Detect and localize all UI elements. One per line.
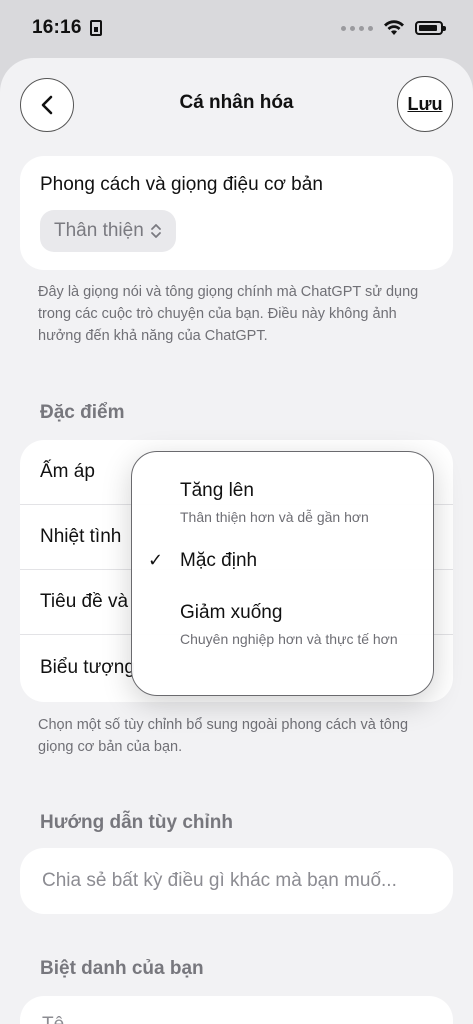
option-title: Tăng lên — [180, 480, 254, 501]
nickname-input[interactable]: Tê... — [20, 996, 453, 1024]
traits-helper-text: Chọn một số tùy chỉnh bổ sung ngoài phon… — [38, 717, 409, 755]
option-subtitle: Thân thiện hơn và dễ gần hơn — [180, 509, 369, 525]
battery-icon — [415, 21, 446, 35]
tone-select-value: Thân thiện — [54, 220, 144, 241]
tone-select[interactable]: Thân thiện — [40, 210, 176, 252]
status-bar: 16:16 — [0, 0, 473, 56]
trait-label: Ấm áp — [40, 461, 95, 482]
status-time: 16:16 — [32, 17, 102, 39]
trait-label: Biểu tượng — [40, 656, 135, 678]
save-button[interactable]: Lưu — [397, 76, 453, 132]
tone-card: Phong cách và giọng điệu cơ bản Thân thi… — [20, 156, 453, 270]
clock-text: 16:16 — [32, 17, 82, 38]
tone-label: Phong cách và giọng điệu cơ bản — [40, 174, 323, 195]
checkmark-icon: ✓ — [148, 550, 164, 570]
nickname-heading: Biệt danh của bạn — [40, 958, 204, 979]
traits-heading: Đặc điểm — [40, 402, 125, 423]
trait-label: Tiêu đề và — [40, 591, 129, 612]
custom-instructions-heading: Hướng dẫn tùy chỉnh — [40, 812, 233, 833]
option-title: Giảm xuống — [180, 602, 283, 623]
nav-bar: Cá nhân hóa Lưu — [0, 58, 473, 148]
tone-helper-text: Đây là giọng nói và tông giọng chính mà … — [38, 284, 419, 344]
trait-label: Nhiệt tình — [40, 526, 122, 547]
status-indicators — [341, 20, 446, 36]
chevron-up-down-icon — [150, 224, 161, 238]
trait-level-dropdown: Tăng lên Thân thiện hơn và dễ gần hơn ✓ … — [131, 451, 434, 696]
wifi-icon — [384, 20, 404, 35]
custom-instructions-input[interactable]: Chia sẻ bất kỳ điều gì khác mà bạn muố..… — [20, 848, 453, 914]
sim-card-icon — [89, 20, 102, 36]
signal-dots-icon — [341, 25, 373, 31]
option-increase[interactable]: Tăng lên Thân thiện hơn và dễ gần hơn — [180, 480, 419, 528]
option-title: Mặc định — [180, 550, 258, 571]
option-default[interactable]: ✓ Mặc định — [148, 550, 419, 572]
option-decrease[interactable]: Giảm xuống Chuyên nghiệp hơn và thực tế … — [180, 602, 419, 650]
option-subtitle: Chuyên nghiệp hơn và thực tế hơn — [180, 631, 398, 647]
